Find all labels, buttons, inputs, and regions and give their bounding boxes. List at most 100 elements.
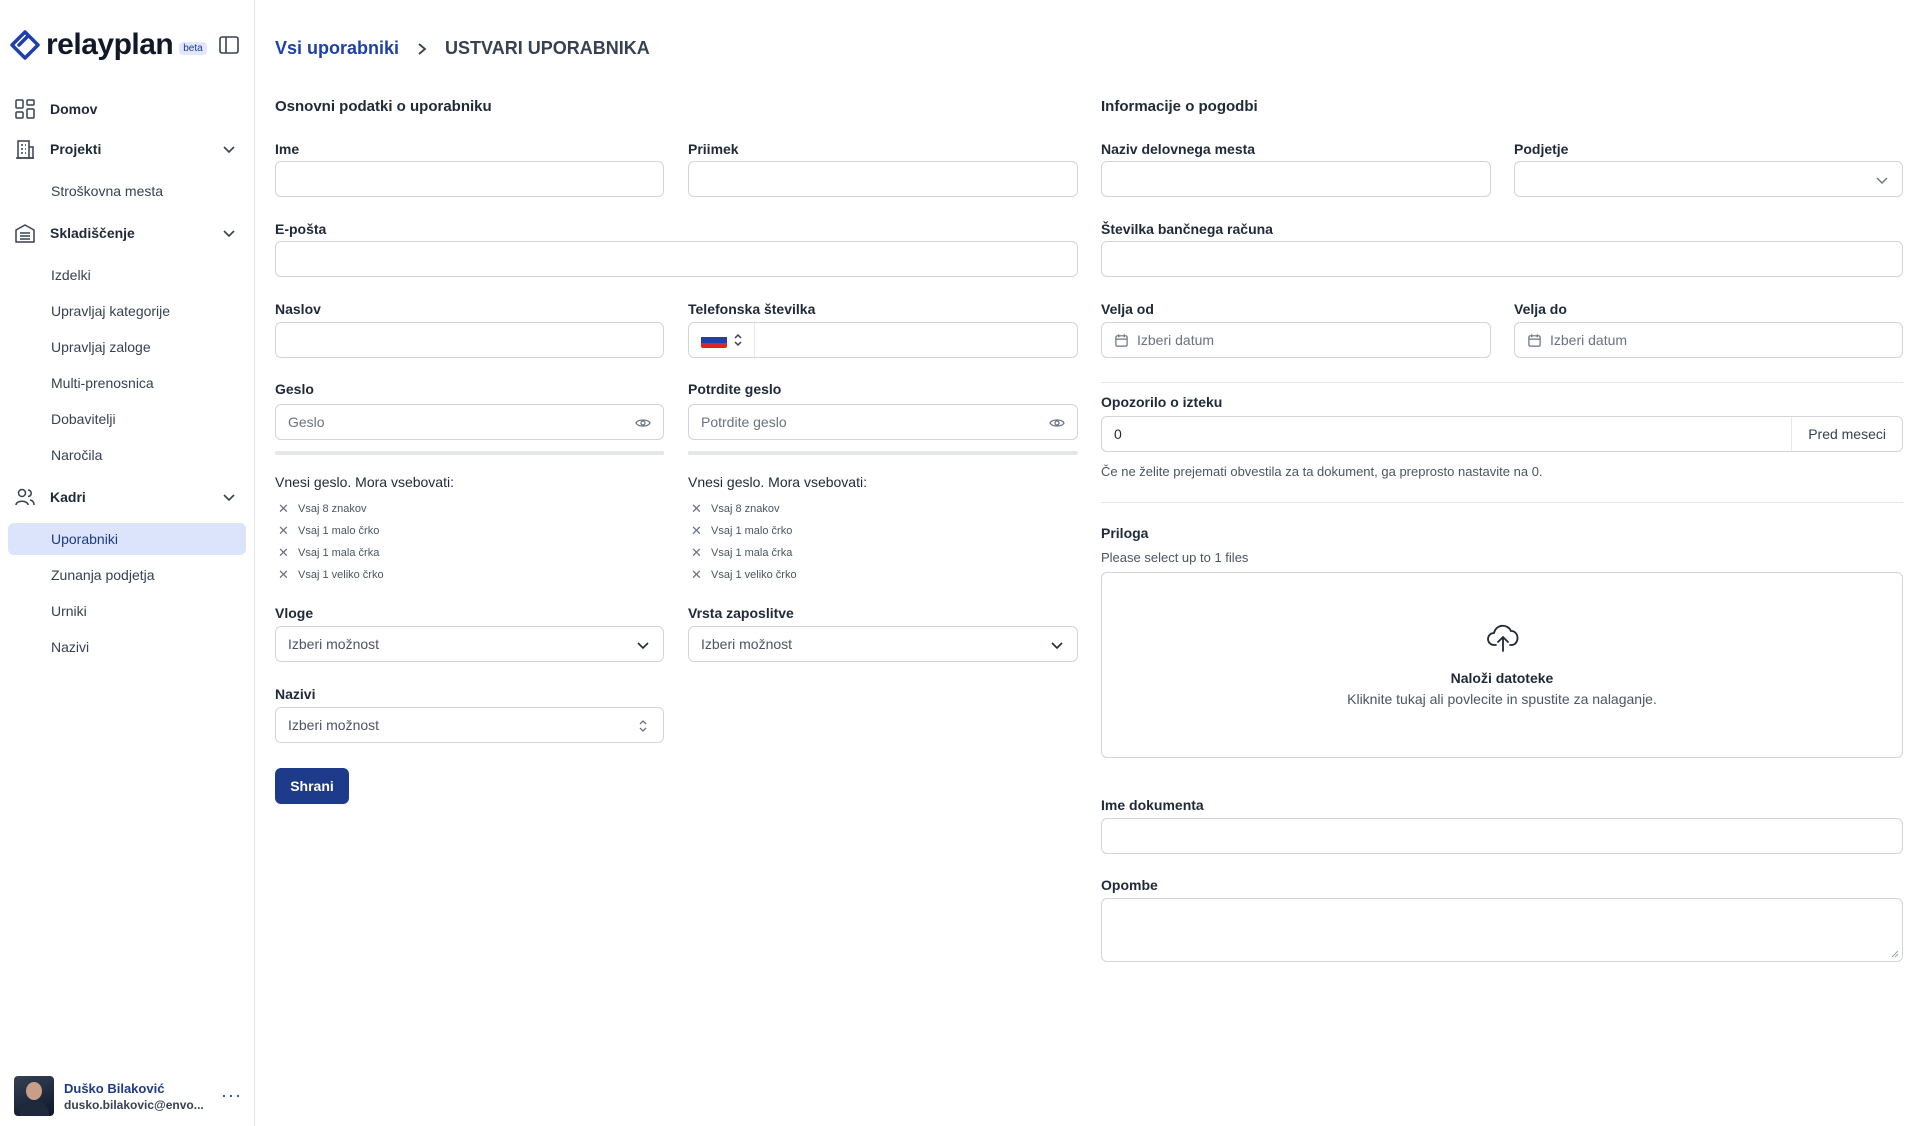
- chevron-down-icon: [637, 642, 649, 650]
- avatar: [14, 1076, 54, 1116]
- sidebar-subitem-uporabniki[interactable]: Uporabniki: [8, 523, 246, 555]
- expiry-unit-suffix: Pred meseci: [1791, 417, 1902, 451]
- x-icon: ✕: [278, 545, 289, 560]
- save-button[interactable]: Shrani: [275, 768, 349, 804]
- sidebar-subitem-upravljaj-zaloge[interactable]: Upravljaj zaloge: [8, 331, 246, 363]
- sidebar-item-label: Projekti: [50, 141, 102, 157]
- document-name-input[interactable]: [1101, 818, 1903, 854]
- user-email: dusko.bilakovic@envo...: [64, 1097, 204, 1112]
- bank-account-label: Številka bančnega računa: [1101, 221, 1273, 237]
- divider: [1101, 502, 1903, 503]
- notes-textarea[interactable]: [1101, 898, 1903, 962]
- bank-account-input[interactable]: [1101, 241, 1903, 277]
- chevron-down-icon[interactable]: [220, 140, 238, 158]
- employment-type-select[interactable]: Izberi možnost: [688, 626, 1078, 662]
- slovenia-flag-icon: [701, 332, 727, 348]
- job-title-label: Naziv delovnega mesta: [1101, 141, 1256, 157]
- sidebar-item-label: Kadri: [50, 489, 86, 505]
- breadcrumb: Vsi uporabniki USTVARI UPORABNIKA: [275, 38, 650, 59]
- page-title: USTVARI UPORABNIKA: [445, 38, 650, 58]
- sidebar-item-label: Skladiščenje: [50, 225, 135, 241]
- requirement-item: ✕ Vsaj 1 malo črko: [278, 523, 380, 538]
- confirm-password-input[interactable]: Potrdite geslo: [688, 404, 1078, 440]
- divider: [1101, 382, 1903, 383]
- document-name-label: Ime dokumenta: [1101, 797, 1204, 813]
- confirm-requirements-title: Vnesi geslo. Mora vsebovati:: [688, 474, 867, 490]
- sidebar-item-skladiscenje[interactable]: Skladiščenje: [8, 219, 246, 247]
- sidebar-item-domov[interactable]: Domov: [8, 95, 246, 123]
- sidebar-subitem-dobavitelji[interactable]: Dobavitelji: [8, 403, 246, 435]
- attachment-label: Priloga: [1101, 525, 1149, 541]
- password-requirements-title: Vnesi geslo. Mora vsebovati:: [275, 474, 454, 490]
- chevron-down-icon: [1051, 642, 1063, 650]
- sidebar-subitem-nazivi[interactable]: Nazivi: [8, 631, 246, 663]
- resize-handle-icon[interactable]: [1891, 950, 1899, 958]
- confirm-password-placeholder: Potrdite geslo: [701, 414, 787, 430]
- calendar-icon: [1115, 333, 1128, 347]
- file-dropzone[interactable]: Naloži datoteke Kliknite tukaj ali povle…: [1101, 572, 1903, 758]
- confirm-strength-bar: [688, 451, 1078, 455]
- password-placeholder: Geslo: [288, 414, 325, 430]
- x-icon: ✕: [691, 545, 702, 560]
- sidebar-subitem-upravljaj-kategorije[interactable]: Upravljaj kategorije: [8, 295, 246, 327]
- password-input[interactable]: Geslo: [275, 404, 664, 440]
- sidebar-subitem-izdelki[interactable]: Izdelki: [8, 259, 246, 291]
- user-profile[interactable]: Duško Bilaković dusko.bilakovic@envo... …: [14, 1075, 244, 1117]
- notes-label: Opombe: [1101, 877, 1158, 893]
- more-options-icon[interactable]: ···: [221, 1085, 242, 1106]
- x-icon: ✕: [691, 501, 702, 516]
- sidebar-toggle-icon[interactable]: [218, 34, 240, 56]
- requirement-item: ✕ Vsaj 8 znakov: [278, 501, 367, 516]
- relayplan-logo-icon: [10, 30, 40, 60]
- sidebar-subitem-narocila[interactable]: Naročila: [8, 439, 246, 471]
- dashboard-icon: [15, 99, 35, 119]
- requirement-item: ✕ Vsaj 1 veliko črko: [691, 567, 797, 582]
- confirm-password-label: Potrdite geslo: [688, 381, 782, 397]
- expiry-hint: Če ne želite prejemati obvestila za ta d…: [1101, 464, 1543, 479]
- valid-from-datepicker[interactable]: Izberi datum: [1101, 322, 1491, 358]
- eye-icon[interactable]: [635, 415, 651, 431]
- address-input[interactable]: [275, 322, 664, 358]
- phone-input[interactable]: [688, 322, 1078, 358]
- roles-select[interactable]: Izberi možnost: [275, 626, 664, 662]
- cloud-upload-icon: [1487, 624, 1519, 652]
- sidebar-item-kadri[interactable]: Kadri: [8, 483, 246, 511]
- valid-to-datepicker[interactable]: Izberi datum: [1514, 322, 1903, 358]
- x-icon: ✕: [278, 523, 289, 538]
- logo[interactable]: relayplan beta: [8, 28, 240, 62]
- email-input[interactable]: [275, 241, 1078, 277]
- chevron-down-icon[interactable]: [220, 488, 238, 506]
- sidebar-item-projekti[interactable]: Projekti: [8, 135, 246, 163]
- sidebar: relayplan beta Domov Projekti Stroškovna…: [0, 0, 255, 1126]
- sidebar-subitem-urniki[interactable]: Urniki: [8, 595, 246, 627]
- chevron-updown-icon: [734, 333, 742, 347]
- chevron-updown-icon: [639, 720, 647, 732]
- requirement-item: ✕ Vsaj 1 malo črko: [691, 523, 793, 538]
- users-icon: [15, 488, 35, 506]
- requirement-item: ✕ Vsaj 1 veliko črko: [278, 567, 384, 582]
- eye-icon[interactable]: [1049, 415, 1065, 431]
- expiry-warning-label: Opozorilo o izteku: [1101, 394, 1223, 410]
- company-select[interactable]: [1514, 161, 1903, 197]
- phone-label: Telefonska številka: [688, 301, 816, 317]
- chevron-down-icon: [1876, 177, 1888, 184]
- expiry-warning-input[interactable]: 0 Pred meseci: [1101, 416, 1903, 452]
- last-name-input[interactable]: [688, 161, 1078, 197]
- section-title-contract: Informacije o pogodbi: [1101, 98, 1258, 115]
- breadcrumb-link-users[interactable]: Vsi uporabniki: [275, 38, 399, 59]
- sidebar-subitem-stroskovna-mesta[interactable]: Stroškovna mesta: [8, 175, 246, 207]
- titles-select[interactable]: Izberi možnost: [275, 707, 664, 743]
- job-title-input[interactable]: [1101, 161, 1491, 197]
- first-name-input[interactable]: [275, 161, 664, 197]
- sidebar-subitem-zunanja-podjetja[interactable]: Zunanja podjetja: [8, 559, 246, 591]
- country-code-select[interactable]: [689, 323, 755, 357]
- x-icon: ✕: [691, 567, 702, 582]
- sidebar-subitem-multi-prenosnica[interactable]: Multi-prenosnica: [8, 367, 246, 399]
- sidebar-nav: Domov Projekti Stroškovna mesta Skladišč…: [8, 95, 246, 667]
- chevron-down-icon[interactable]: [220, 224, 238, 242]
- last-name-label: Priimek: [688, 141, 739, 157]
- building-icon: [16, 140, 34, 159]
- section-title-basic: Osnovni podatki o uporabniku: [275, 98, 492, 115]
- requirement-item: ✕ Vsaj 8 znakov: [691, 501, 780, 516]
- x-icon: ✕: [691, 523, 702, 538]
